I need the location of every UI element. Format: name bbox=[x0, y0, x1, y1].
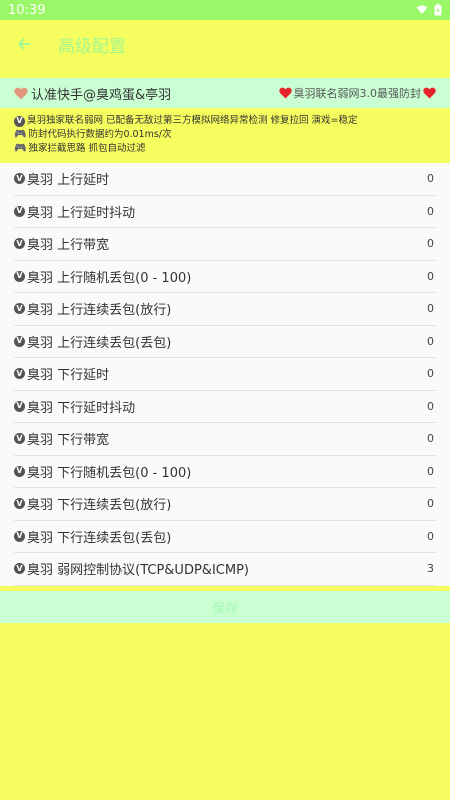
row-label-wrap: V 臭羽 上行带宽 bbox=[14, 234, 109, 253]
row-label-wrap: V 臭羽 下行延时 bbox=[14, 364, 109, 383]
notes: V 臭羽独家联名弱网 已配备无敌过第三方模拟网络异常检测 修复拉回 演戏=稳定 … bbox=[14, 114, 444, 156]
v-icon: V bbox=[14, 238, 25, 250]
save-button[interactable]: 保存 bbox=[0, 591, 450, 623]
note-item: 🎮 独家拦截思路 抓包自动过滤 bbox=[14, 142, 444, 156]
row-value: 0 bbox=[427, 269, 434, 283]
row-label: 臭羽 下行延时 bbox=[27, 368, 110, 384]
row-label-wrap: V 臭羽 下行连续丢包(丢包) bbox=[14, 527, 171, 546]
author-banner: 认准快手@臭鸡蛋&亭羽 臭羽联名弱网3.0最强防封 bbox=[0, 78, 450, 108]
settings-row-upstream-random-loss[interactable]: V 臭羽 上行随机丢包(0 - 100) 0 bbox=[14, 261, 436, 293]
wifi-icon bbox=[416, 5, 428, 14]
v-icon: V bbox=[14, 530, 25, 542]
battery-icon bbox=[434, 4, 442, 16]
note-item: V 臭羽独家联名弱网 已配备无敌过第三方模拟网络异常检测 修复拉回 演戏=稳定 bbox=[14, 114, 444, 128]
settings-row-upstream-burst-pass[interactable]: V 臭羽 上行连续丢包(放行) 0 bbox=[14, 293, 436, 326]
row-label-wrap: V 臭羽 弱网控制协议(TCP&UDP&ICMP) bbox=[14, 559, 249, 578]
settings-row-downstream-jitter[interactable]: V 臭羽 下行延时抖动 0 bbox=[14, 391, 436, 423]
row-value: 0 bbox=[427, 497, 434, 511]
app-bar: 高级配置 bbox=[0, 20, 450, 68]
back-button[interactable] bbox=[0, 20, 48, 68]
settings-list: V 臭羽 上行延时 0 V 臭羽 上行延时抖动 0 V 臭羽 上行带宽 0 V 臭羽 上… bbox=[0, 163, 450, 586]
save-button-label: 保存 bbox=[211, 601, 238, 617]
gamepad-icon: 🎮 bbox=[14, 143, 27, 154]
v-icon: V bbox=[14, 433, 25, 445]
v-icon: V bbox=[14, 563, 25, 575]
row-value: 0 bbox=[427, 237, 434, 251]
row-label-wrap: V 臭羽 上行连续丢包(丢包) bbox=[14, 332, 171, 351]
row-label: 臭羽 下行延时抖动 bbox=[27, 400, 136, 416]
settings-row-downstream-random-loss[interactable]: V 臭羽 下行随机丢包(0 - 100) 0 bbox=[14, 456, 436, 488]
banner-right-text: 臭羽联名弱网3.0最强防封 bbox=[293, 87, 422, 100]
row-label-wrap: V 臭羽 下行随机丢包(0 - 100) bbox=[14, 462, 191, 481]
v-icon: V bbox=[14, 465, 25, 477]
settings-row-downstream-delay[interactable]: V 臭羽 下行延时 0 bbox=[14, 358, 436, 391]
banner-left: 认准快手@臭鸡蛋&亭羽 bbox=[14, 84, 171, 103]
v-icon: V bbox=[14, 205, 25, 217]
heart-icon bbox=[278, 87, 292, 99]
banner-right: 臭羽联名弱网3.0最强防封 bbox=[278, 85, 437, 101]
row-label: 臭羽 上行连续丢包(放行) bbox=[27, 303, 172, 319]
row-value: 0 bbox=[427, 172, 434, 186]
settings-row-upstream-delay[interactable]: V 臭羽 上行延时 0 bbox=[14, 163, 436, 196]
status-time: 10:39 bbox=[8, 2, 46, 18]
row-value: 0 bbox=[427, 367, 434, 381]
settings-row-upstream-jitter[interactable]: V 臭羽 上行延时抖动 0 bbox=[14, 196, 436, 228]
row-label: 臭羽 上行随机丢包(0 - 100) bbox=[27, 270, 192, 286]
page-title: 高级配置 bbox=[58, 36, 126, 57]
settings-row-upstream-bandwidth[interactable]: V 臭羽 上行带宽 0 bbox=[14, 228, 436, 261]
heart-icon bbox=[423, 87, 436, 99]
note-text: 臭羽独家联名弱网 已配备无敌过第三方模拟网络异常检测 修复拉回 演戏=稳定 bbox=[27, 115, 358, 126]
settings-row-downstream-bandwidth[interactable]: V 臭羽 下行带宽 0 bbox=[14, 423, 436, 456]
note-item: 🎮 防封代码执行数据约为0.01ms/次 bbox=[14, 128, 444, 142]
row-label-wrap: V 臭羽 下行延时抖动 bbox=[14, 397, 135, 416]
row-label: 臭羽 上行连续丢包(丢包) bbox=[27, 335, 172, 351]
v-icon: V bbox=[14, 400, 25, 412]
v-icon: V bbox=[14, 270, 25, 282]
row-label: 臭羽 上行延时抖动 bbox=[27, 205, 136, 221]
v-icon: V bbox=[14, 303, 25, 315]
gamepad-icon: 🎮 bbox=[14, 129, 27, 140]
note-text: 独家拦截思路 抓包自动过滤 bbox=[28, 143, 146, 154]
row-label: 臭羽 下行连续丢包(放行) bbox=[27, 498, 172, 514]
v-icon: V bbox=[14, 335, 25, 347]
v-icon: V bbox=[14, 115, 25, 127]
row-label: 臭羽 下行随机丢包(0 - 100) bbox=[27, 465, 192, 481]
v-icon: V bbox=[14, 498, 25, 510]
row-label-wrap: V 臭羽 上行延时抖动 bbox=[14, 202, 135, 221]
row-value: 0 bbox=[427, 464, 434, 478]
note-text: 防封代码执行数据约为0.01ms/次 bbox=[28, 129, 172, 140]
row-label: 臭羽 上行延时 bbox=[27, 173, 110, 189]
row-label: 臭羽 下行带宽 bbox=[27, 433, 110, 449]
row-value: 0 bbox=[427, 302, 434, 316]
row-value: 0 bbox=[427, 204, 434, 218]
row-label-wrap: V 臭羽 上行延时 bbox=[14, 169, 109, 188]
row-value: 0 bbox=[427, 334, 434, 348]
row-label: 臭羽 下行连续丢包(丢包) bbox=[27, 530, 172, 546]
heart-icon bbox=[14, 87, 28, 99]
row-value: 0 bbox=[427, 399, 434, 413]
settings-row-downstream-burst-pass[interactable]: V 臭羽 下行连续丢包(放行) 0 bbox=[14, 488, 436, 521]
row-label-wrap: V 臭羽 上行随机丢包(0 - 100) bbox=[14, 267, 191, 286]
row-label-wrap: V 臭羽 下行连续丢包(放行) bbox=[14, 494, 171, 513]
status-bar: 10:39 bbox=[0, 0, 450, 20]
v-icon: V bbox=[14, 173, 25, 185]
settings-row-downstream-burst-drop[interactable]: V 臭羽 下行连续丢包(丢包) 0 bbox=[14, 521, 436, 553]
row-label-wrap: V 臭羽 上行连续丢包(放行) bbox=[14, 299, 171, 318]
settings-row-protocol[interactable]: V 臭羽 弱网控制协议(TCP&UDP&ICMP) 3 bbox=[14, 553, 436, 586]
v-icon: V bbox=[14, 368, 25, 380]
row-value: 0 bbox=[427, 432, 434, 446]
arrow-left-icon bbox=[17, 38, 30, 50]
status-icons bbox=[416, 4, 442, 16]
row-label-wrap: V 臭羽 下行带宽 bbox=[14, 429, 109, 448]
row-label: 臭羽 弱网控制协议(TCP&UDP&ICMP) bbox=[27, 563, 249, 579]
row-value: 3 bbox=[427, 562, 434, 576]
banner-left-text: 认准快手@臭鸡蛋&亭羽 bbox=[31, 87, 172, 103]
row-label: 臭羽 上行带宽 bbox=[27, 238, 110, 254]
row-value: 0 bbox=[427, 529, 434, 543]
settings-row-upstream-burst-drop[interactable]: V 臭羽 上行连续丢包(丢包) 0 bbox=[14, 326, 436, 358]
